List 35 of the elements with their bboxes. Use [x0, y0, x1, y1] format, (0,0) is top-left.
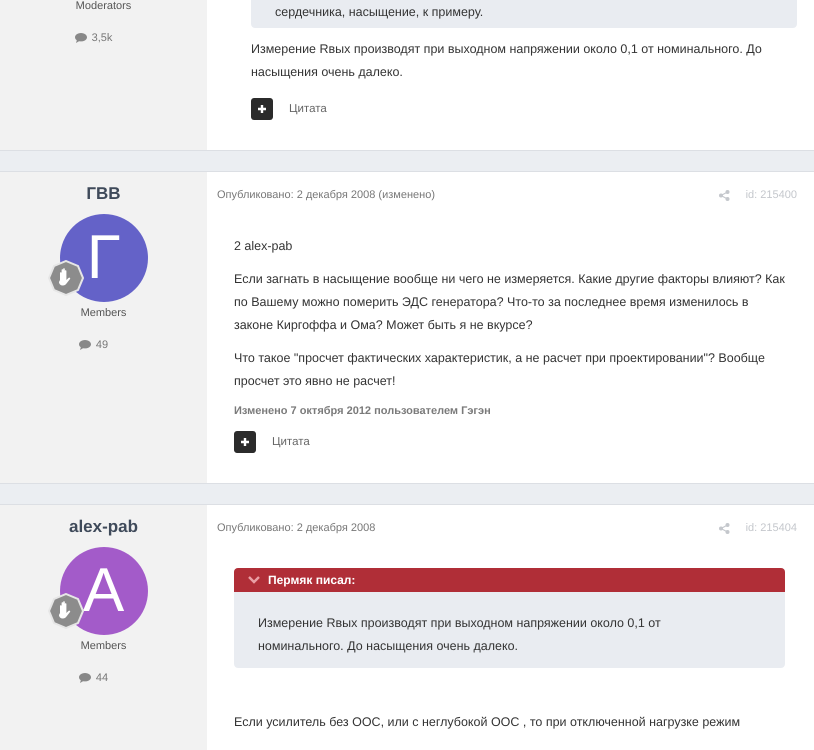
post-count: 49: [96, 339, 108, 351]
quote-link[interactable]: Цитата: [272, 436, 310, 448]
post-paragraph: Если усилитель без ООС, или с неглубокой ООС , то при отключенной нагрузке режим: [234, 714, 742, 731]
post-paragraph: Измерение Rвых производят при выходном напряжении около 0,1 от номинального. До насыщения очень далеко.: [251, 41, 763, 81]
quote-text: Измерение Rвых производят при выходном напряжении около 0,1 от номинального. До насыщения очень далеко.: [257, 615, 662, 655]
multiquote-button[interactable]: [234, 431, 256, 453]
post-count: 44: [96, 672, 108, 684]
quote-link[interactable]: Цитата: [289, 103, 327, 115]
post-date: Опубликовано: 2 декабря 2008 (изменено): [217, 189, 435, 201]
avatar[interactable]: A: [60, 547, 148, 635]
rank-badge-icon: [48, 593, 84, 629]
comment-icon: [74, 33, 87, 43]
chevron-down-icon[interactable]: [248, 576, 260, 584]
author-name[interactable]: ГВВ: [86, 184, 121, 204]
share-icon[interactable]: [718, 522, 730, 534]
post-paragraph: Что такое "просчет фактических характеристик, а не расчет при проектировании"? Вообще просчет это явно не расчет!: [234, 350, 766, 390]
post-paragraph: 2 alex-pab: [234, 238, 294, 255]
multiquote-button[interactable]: [251, 98, 273, 120]
quote-author: Пермяк писал:: [268, 573, 356, 587]
author-name[interactable]: alex-pab: [69, 517, 138, 537]
quote-text: сердечника, насыщение, к примеру.: [274, 4, 484, 21]
rank-badge-icon: [48, 260, 84, 296]
comment-icon: [78, 340, 91, 350]
plus-icon: [257, 104, 267, 114]
post-date: Опубликовано: 2 декабря 2008: [217, 522, 376, 534]
member-group: Members: [80, 640, 126, 652]
avatar[interactable]: Г: [60, 214, 148, 302]
plus-icon: [240, 437, 250, 447]
member-group: Members: [80, 307, 126, 319]
member-group: Moderators: [76, 0, 132, 12]
edited-note: Изменено 7 октября 2012 пользователем Гэгэн: [234, 405, 492, 417]
post-count: 3,5k: [92, 32, 112, 44]
comment-icon: [78, 673, 91, 683]
post-paragraph: Если загнать в насыщение вообще ни чего не измеряется. Какие другие факторы влияют? Как по Вашему можно померить ЭДС генератора? Что-то за последнее время изменилось в законе Киргоффа и Ома? Может быть я не вкурсе?: [234, 271, 785, 334]
share-icon[interactable]: [718, 190, 730, 200]
